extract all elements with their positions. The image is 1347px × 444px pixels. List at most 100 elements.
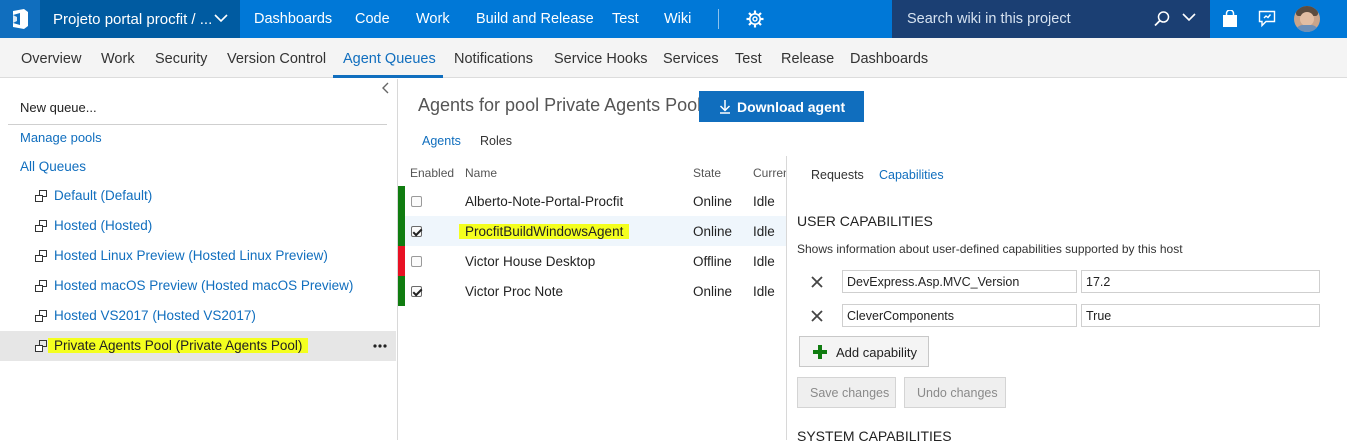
column-header-enabled[interactable]: Enabled [410,166,454,180]
queue-label: Hosted (Hosted) [54,218,153,233]
tab-notifications[interactable]: Notifications [454,51,533,67]
status-indicator [398,246,405,276]
capability-row: CleverComponents True [797,304,1337,328]
user-avatar[interactable] [1294,6,1320,32]
tab-security[interactable]: Security [155,51,207,67]
save-changes-button[interactable]: Save changes [797,377,896,408]
marketplace-bag-icon[interactable] [1222,10,1238,28]
capability-value-input[interactable]: True [1081,304,1320,327]
tab-overview[interactable]: Overview [21,51,81,67]
queue-icon [35,220,47,232]
nav-code[interactable]: Code [355,11,390,27]
download-agent-label: Download agent [737,99,846,115]
feedback-icon[interactable] [1258,10,1276,28]
divider [8,124,387,125]
manage-pools-link[interactable]: Manage pools [20,130,102,145]
queue-item[interactable]: Hosted (Hosted) [0,211,396,241]
queue-label: Hosted macOS Preview (Hosted macOS Previ… [54,278,354,293]
remove-capability-icon[interactable] [811,310,823,322]
project-selector[interactable]: Projeto portal procfit / ... [40,0,240,38]
undo-changes-label: Undo changes [917,386,998,400]
tab-release[interactable]: Release [781,51,834,67]
tab-version-control[interactable]: Version Control [227,51,326,67]
agent-state: Online [693,194,733,209]
nav-wiki[interactable]: Wiki [664,11,691,27]
capability-key-input[interactable]: DevExpress.Asp.MVC_Version [842,270,1077,293]
capability-key: CleverComponents [847,309,954,323]
project-name: Projeto portal procfit / ... [53,11,213,28]
top-bar: Projeto portal procfit / ... Dashboards … [0,0,1347,38]
add-capability-label: Add capability [836,345,917,360]
column-header-current[interactable]: Curren [753,166,786,180]
queue-item[interactable]: Default (Default) [0,181,396,211]
nav-build-and-release[interactable]: Build and Release [476,11,594,27]
agent-row[interactable]: Victor House Desktop Offline Idle [398,246,786,276]
tab-test[interactable]: Test [735,51,762,67]
queue-label: Default (Default) [54,188,153,203]
column-header-name[interactable]: Name [465,166,497,180]
agent-name: ProcfitBuildWindowsAgent [459,224,630,239]
queue-icon [35,250,47,262]
agents-grid: Alberto-Note-Portal-Procfit Online Idle … [398,186,786,306]
new-queue-button[interactable]: New queue... [20,100,97,115]
agent-current: Idle [753,284,775,299]
agent-current: Idle [753,194,775,209]
tab-agents[interactable]: Agents [422,134,461,148]
tab-dashboards[interactable]: Dashboards [850,51,928,67]
queue-icon [35,340,47,352]
agent-state: Online [693,284,733,299]
search-placeholder: Search wiki in this project [907,11,1071,27]
enabled-checkbox[interactable] [411,286,422,297]
vsts-logo-icon[interactable] [0,0,40,38]
tab-requests[interactable]: Requests [811,168,864,182]
queue-icon [35,190,47,202]
page-title: Agents for pool Private Agents Pool [418,95,702,115]
queue-item[interactable]: Hosted Linux Preview (Hosted Linux Previ… [0,241,396,271]
agent-name: Alberto-Note-Portal-Procfit [465,194,624,209]
save-changes-label: Save changes [810,386,890,400]
tab-service-hooks[interactable]: Service Hooks [554,51,647,67]
queue-icon [35,280,47,292]
user-capabilities-title: USER CAPABILITIES [797,213,933,229]
queue-item[interactable]: Hosted macOS Preview (Hosted macOS Previ… [0,271,396,301]
admin-tabs: Overview Work Security Version Control A… [0,38,1347,78]
search-icon[interactable] [1153,10,1171,28]
capability-key-input[interactable]: CleverComponents [842,304,1077,327]
undo-changes-button[interactable]: Undo changes [904,377,1006,408]
queue-item-selected[interactable]: Private Agents Pool (Private Agents Pool… [0,331,396,361]
tab-work[interactable]: Work [101,51,135,67]
chevron-left-icon[interactable] [381,82,391,94]
add-capability-button[interactable]: Add capability [799,336,929,367]
queues-pane: New queue... Manage pools All Queues Def… [0,79,398,440]
enabled-checkbox[interactable] [411,196,422,207]
all-queues-link[interactable]: All Queues [20,159,86,174]
agent-state: Online [693,224,733,239]
agent-row[interactable]: Victor Proc Note Online Idle [398,276,786,306]
search-box[interactable]: Search wiki in this project [892,0,1210,38]
column-header-state[interactable]: State [693,166,721,180]
plus-icon [813,345,827,359]
nav-test[interactable]: Test [612,11,639,27]
tab-capabilities[interactable]: Capabilities [879,168,944,182]
tab-roles[interactable]: Roles [480,134,512,148]
nav-work[interactable]: Work [416,11,450,27]
queue-label: Hosted Linux Preview (Hosted Linux Previ… [54,248,328,263]
agent-row[interactable]: Alberto-Note-Portal-Procfit Online Idle [398,186,786,216]
gear-icon[interactable] [746,10,764,28]
search-scope-chevron-icon[interactable] [1182,12,1196,22]
remove-capability-icon[interactable] [811,276,823,288]
agent-row-selected[interactable]: ProcfitBuildWindowsAgent Online Idle [398,216,786,246]
status-indicator [398,186,405,216]
queue-icon [35,310,47,322]
enabled-checkbox[interactable] [411,226,422,237]
agent-name: Victor Proc Note [465,284,564,299]
tab-services[interactable]: Services [663,51,719,67]
tab-agent-queues[interactable]: Agent Queues [343,51,436,67]
capability-value-input[interactable]: 17.2 [1081,270,1320,293]
enabled-checkbox[interactable] [411,256,422,267]
queue-item[interactable]: Hosted VS2017 (Hosted VS2017) [0,301,396,331]
more-dots-icon[interactable] [373,344,387,348]
download-agent-button[interactable]: Download agent [699,91,864,122]
nav-dashboards[interactable]: Dashboards [254,11,332,27]
chevron-down-icon [214,14,228,23]
